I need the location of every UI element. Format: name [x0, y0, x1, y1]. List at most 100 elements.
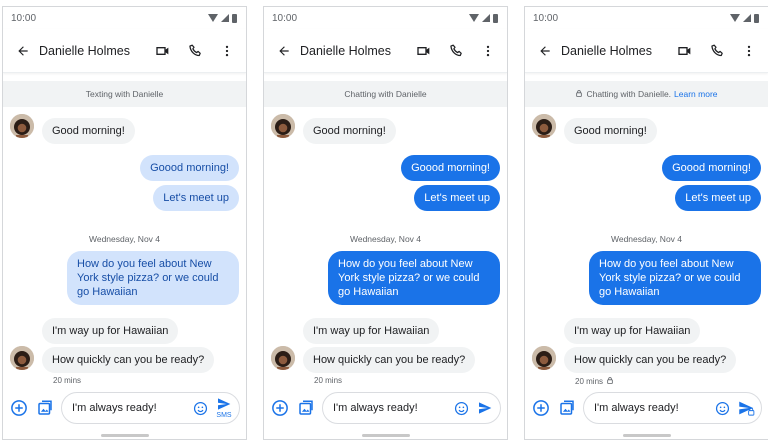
gallery-icon[interactable] [557, 398, 577, 418]
message-bubble-outgoing[interactable]: Goood morning! [140, 155, 239, 181]
gesture-nav-handle[interactable] [100, 434, 149, 437]
message-input[interactable]: I'm always ready! [583, 392, 762, 424]
phone-screen-sms: 10:00 Danielle Holmes Texting with Danie… [2, 6, 247, 440]
add-icon[interactable] [531, 398, 551, 418]
more-vert-icon[interactable] [740, 42, 758, 60]
add-icon[interactable] [9, 398, 29, 418]
battery-icon [493, 13, 498, 23]
message-timestamp: 20 mins [314, 376, 342, 385]
avatar[interactable] [271, 114, 295, 138]
phone-icon[interactable] [708, 42, 726, 60]
message-input[interactable]: I'm always ready! SMS [61, 392, 240, 424]
message-bubble-outgoing[interactable]: How do you feel about New York style piz… [589, 251, 761, 305]
add-icon[interactable] [270, 398, 290, 418]
message-bubble-outgoing[interactable]: Goood morning! [401, 155, 500, 181]
back-arrow-icon[interactable] [275, 42, 293, 60]
message-input-text[interactable]: I'm always ready! [594, 402, 713, 414]
avatar[interactable] [271, 346, 295, 370]
contact-name[interactable]: Danielle Holmes [300, 44, 401, 58]
message-input-text[interactable]: I'm always ready! [333, 402, 452, 414]
message-bubble-incoming[interactable]: I'm way up for Hawaiian [42, 318, 179, 344]
signal-icon [743, 14, 751, 22]
message-bubble-outgoing[interactable]: How do you feel about New York style piz… [67, 251, 239, 305]
message-input[interactable]: I'm always ready! [322, 392, 501, 424]
date-separator: Wednesday, Nov 4 [88, 234, 161, 244]
message-bubble-outgoing[interactable]: Let's meet up [414, 185, 500, 211]
emoji-icon[interactable] [191, 399, 209, 417]
banner-text: Chatting with Danielle. [586, 89, 672, 99]
emoji-icon[interactable] [713, 399, 731, 417]
send-button[interactable]: SMS [209, 393, 239, 423]
timestamp-text: 20 mins [575, 377, 604, 386]
gesture-nav-handle[interactable] [361, 434, 410, 437]
message-bubble-incoming[interactable]: How quickly can you be ready? [42, 347, 215, 373]
emoji-icon[interactable] [452, 399, 470, 417]
phone-screen-chat-encrypted: 10:00 Danielle Holmes Chatting with Dani… [524, 6, 768, 440]
message-input-text[interactable]: I'm always ready! [72, 402, 191, 414]
video-call-icon[interactable] [676, 42, 694, 60]
video-call-icon[interactable] [154, 42, 172, 60]
avatar[interactable] [10, 114, 34, 138]
message-bubble-incoming[interactable]: I'm way up for Hawaiian [564, 318, 701, 344]
info-banner: Texting with Danielle [3, 81, 246, 107]
phone-screen-chat: 10:00 Danielle Holmes Chatting with Dani… [263, 6, 508, 440]
video-call-icon[interactable] [415, 42, 433, 60]
compose-bar: I'm always ready! [525, 390, 768, 426]
message-bubble-incoming[interactable]: Good morning! [303, 118, 396, 144]
avatar[interactable] [532, 346, 556, 370]
message-bubble-incoming[interactable]: Good morning! [564, 118, 657, 144]
status-bar: 10:00 [264, 7, 507, 29]
message-bubble-incoming[interactable]: I'm way up for Hawaiian [303, 318, 440, 344]
phone-icon[interactable] [447, 42, 465, 60]
compose-bar: I'm always ready! SMS [3, 390, 246, 426]
more-vert-icon[interactable] [479, 42, 497, 60]
more-vert-icon[interactable] [218, 42, 236, 60]
battery-icon [754, 13, 759, 23]
gallery-icon[interactable] [296, 398, 316, 418]
battery-icon [232, 13, 237, 23]
lock-icon [575, 89, 583, 100]
info-banner: Chatting with Danielle. Learn more [525, 81, 768, 107]
conversation-header: Danielle Holmes [3, 29, 246, 73]
message-bubble-incoming[interactable]: How quickly can you be ready? [564, 347, 737, 373]
send-icon [218, 398, 231, 410]
contact-name[interactable]: Danielle Holmes [561, 44, 662, 58]
signal-icon [482, 14, 490, 22]
avatar[interactable] [10, 346, 34, 370]
send-sms-label: SMS [216, 412, 232, 419]
status-time: 10:00 [272, 12, 298, 24]
info-banner: Chatting with Danielle [264, 81, 507, 107]
signal-icon [221, 14, 229, 22]
timestamp-text: 20 mins [53, 376, 82, 385]
wifi-icon [730, 14, 740, 22]
message-bubble-outgoing[interactable]: Goood morning! [662, 155, 761, 181]
wifi-icon [469, 14, 479, 22]
phone-icon[interactable] [186, 42, 204, 60]
banner-text: Chatting with Danielle [344, 89, 427, 99]
message-timestamp: 20 mins [53, 376, 81, 385]
contact-name[interactable]: Danielle Holmes [39, 44, 140, 58]
message-bubble-incoming[interactable]: How quickly can you be ready? [303, 347, 476, 373]
back-arrow-icon[interactable] [536, 42, 554, 60]
status-time: 10:00 [11, 12, 37, 24]
message-bubble-outgoing[interactable]: How do you feel about New York style piz… [328, 251, 500, 305]
send-button[interactable] [470, 393, 500, 423]
date-separator: Wednesday, Nov 4 [349, 234, 422, 244]
message-timestamp: 20 mins [575, 376, 614, 387]
message-bubble-outgoing[interactable]: Let's meet up [675, 185, 761, 211]
send-icon [479, 402, 492, 414]
send-button[interactable] [731, 393, 761, 423]
gallery-icon[interactable] [35, 398, 55, 418]
timestamp-text: 20 mins [314, 376, 343, 385]
gesture-nav-handle[interactable] [622, 434, 671, 437]
message-bubble-outgoing[interactable]: Let's meet up [153, 185, 239, 211]
learn-more-link[interactable]: Learn more [674, 89, 717, 99]
avatar[interactable] [532, 114, 556, 138]
back-arrow-icon[interactable] [14, 42, 32, 60]
wifi-icon [208, 14, 218, 22]
date-separator: Wednesday, Nov 4 [610, 234, 683, 244]
banner-text: Texting with Danielle [85, 89, 164, 99]
message-bubble-incoming[interactable]: Good morning! [42, 118, 135, 144]
conversation-header: Danielle Holmes [264, 29, 507, 73]
lock-icon [606, 376, 614, 387]
